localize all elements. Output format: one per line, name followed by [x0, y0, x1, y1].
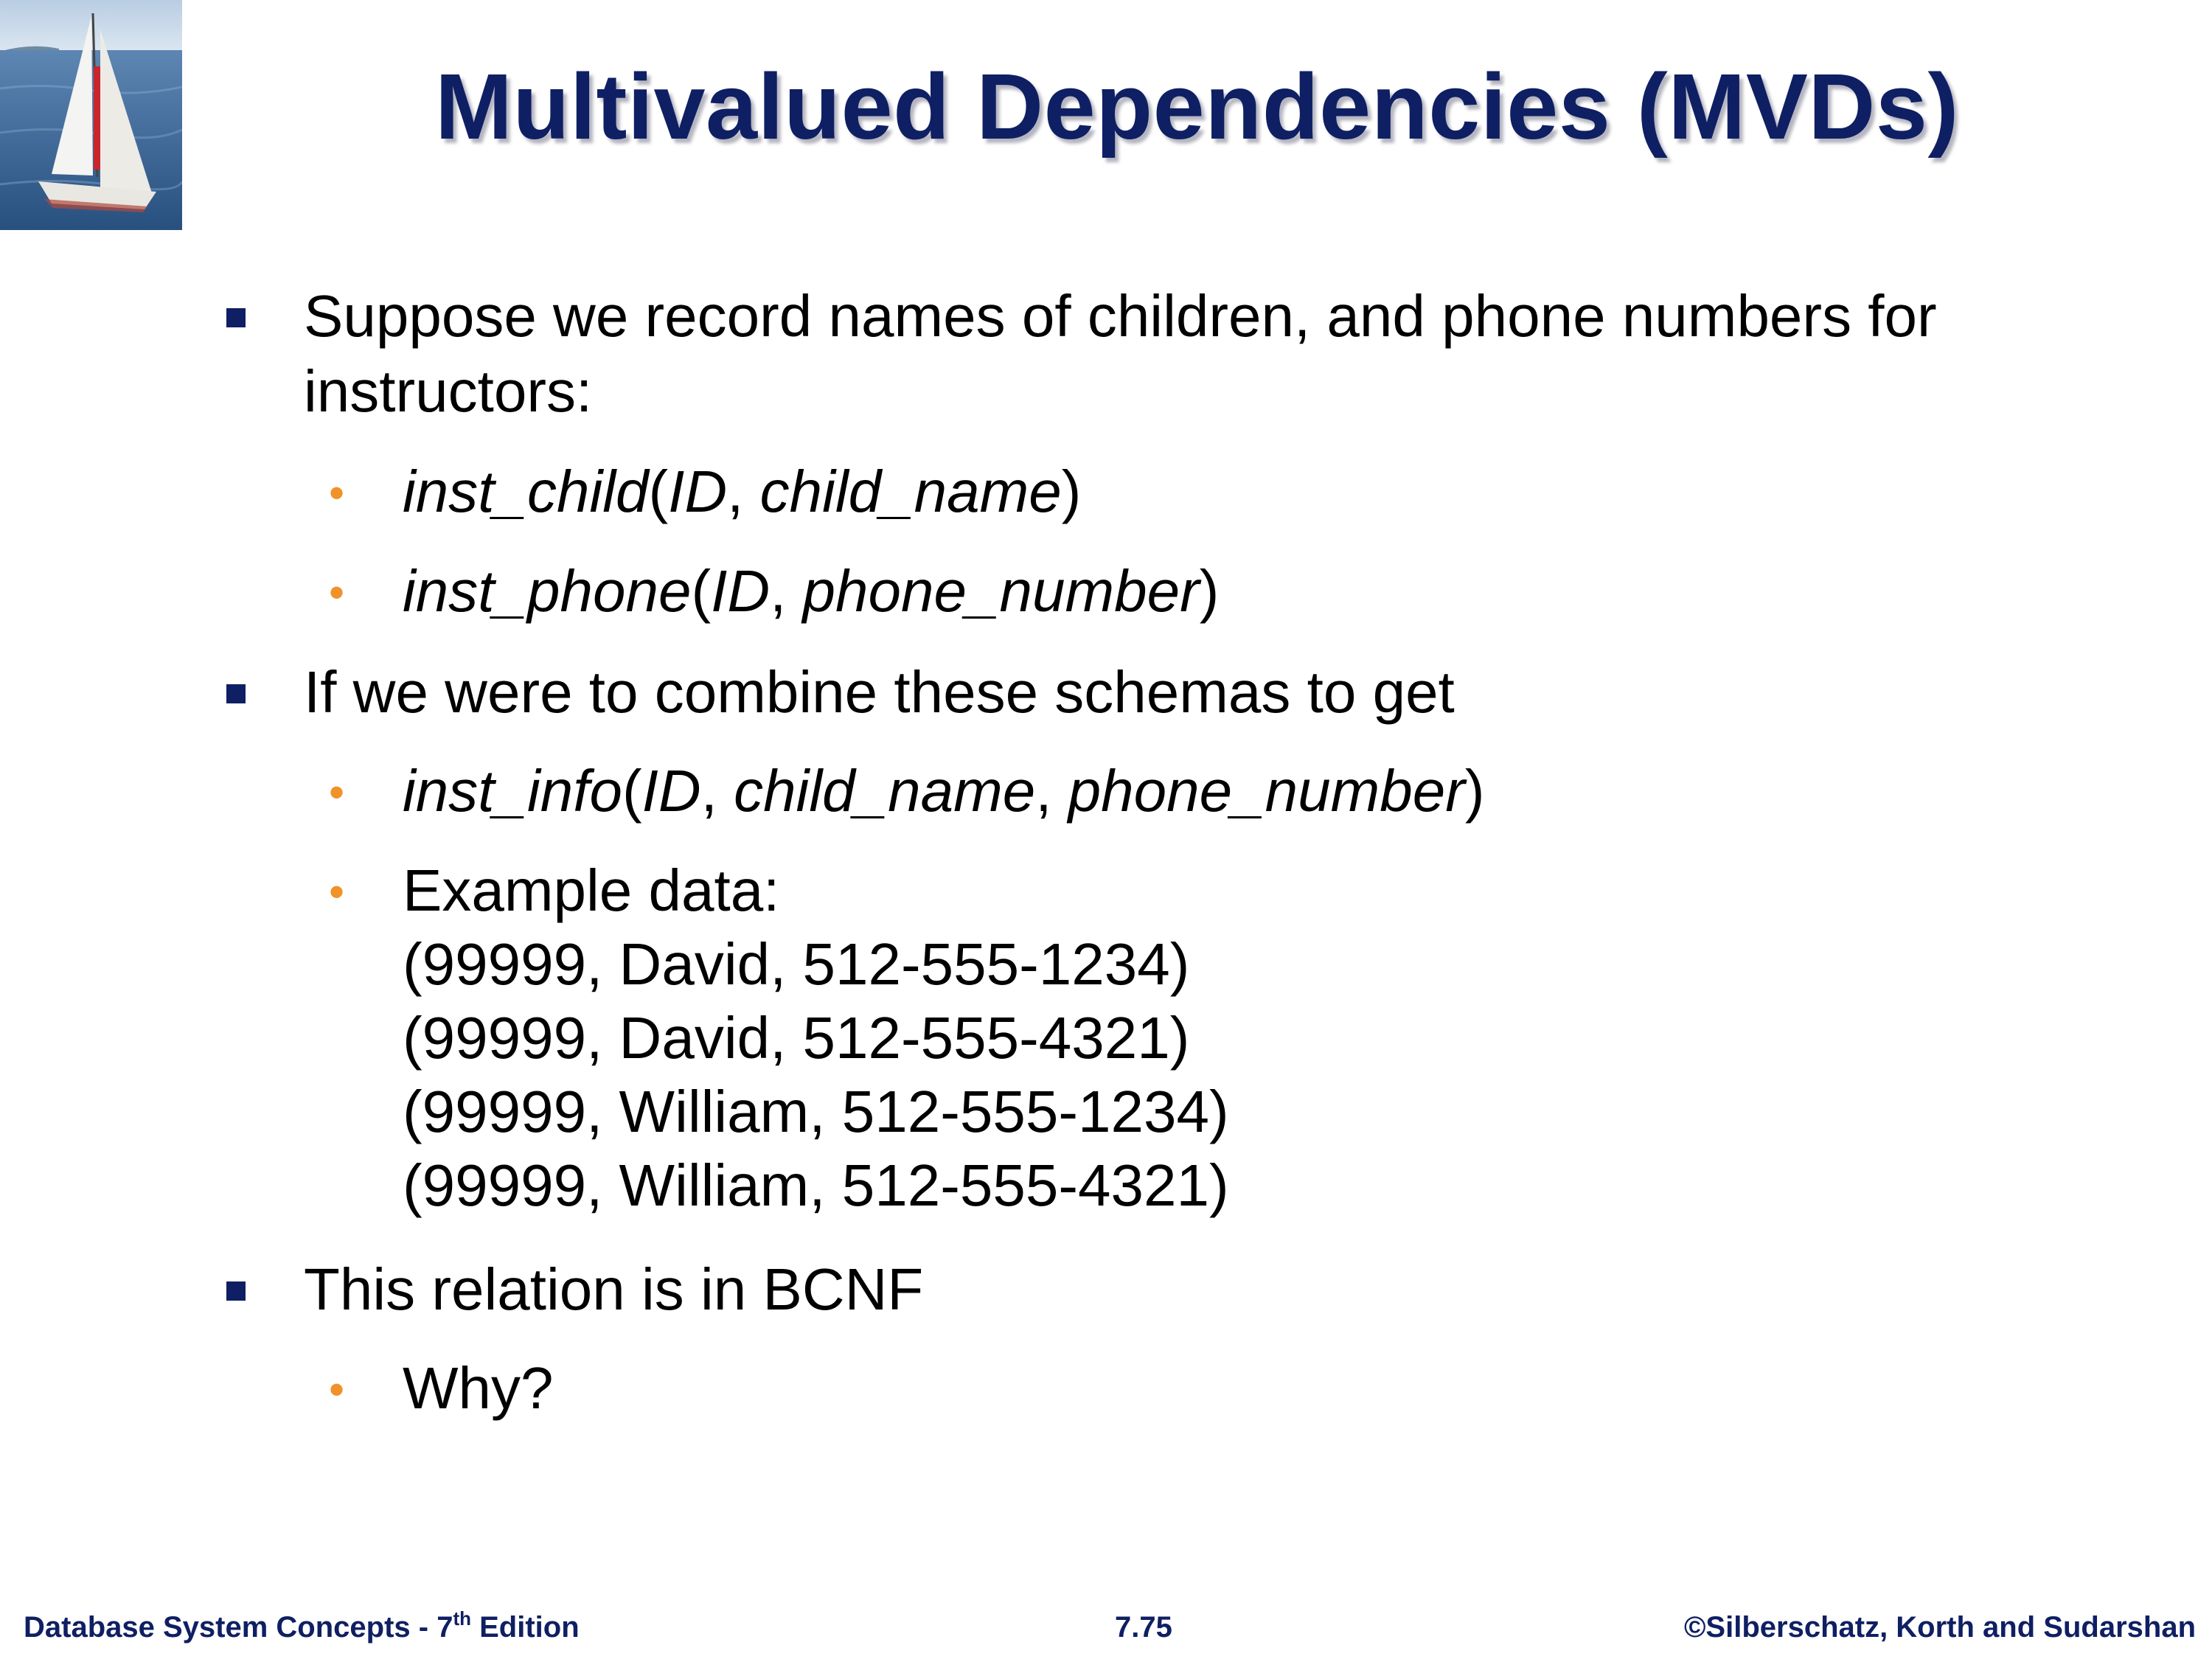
- attribute: ID: [711, 558, 771, 624]
- slide-footer: Database System Concepts - 7th Edition 7…: [0, 1609, 2212, 1655]
- bullet-suppose: Suppose we record names of children, and…: [226, 279, 2147, 429]
- footer-edition-text: Edition: [471, 1611, 580, 1644]
- bullet-text-line2: instructors:: [304, 358, 593, 424]
- square-bullet-icon: [226, 308, 246, 327]
- square-bullet-icon: [226, 684, 246, 703]
- sub-bullet-example-data: • Example data: (99999, David, 512-555-1…: [329, 854, 2135, 1222]
- open-paren: (: [648, 459, 669, 524]
- example-row: (99999, William, 512-555-1234): [403, 1079, 1229, 1144]
- bullet-text-line1: Suppose we record names of children, and…: [304, 283, 1937, 349]
- footer-book-title-text: Database System Concepts - 7: [24, 1611, 453, 1644]
- footer-book-title: Database System Concepts - 7th Edition: [24, 1609, 580, 1644]
- bullet-text: This relation is in BCNF: [304, 1256, 924, 1322]
- relation-name: inst_child: [403, 459, 649, 524]
- relation-name: inst_info: [403, 758, 622, 824]
- open-paren: (: [622, 758, 642, 824]
- separator: ,: [1035, 758, 1068, 824]
- footer-copyright: ©Silberschatz, Korth and Sudarshan: [1683, 1611, 2196, 1644]
- slide-body: Suppose we record names of children, and…: [0, 0, 2212, 1548]
- separator: ,: [727, 459, 760, 524]
- square-bullet-icon: [226, 1281, 246, 1301]
- attribute: ID: [668, 459, 728, 524]
- attribute: ID: [641, 758, 701, 824]
- sub-bullet-why: • Why?: [329, 1352, 2135, 1425]
- attribute: phone_number: [802, 558, 1200, 624]
- example-row: (99999, David, 512-555-4321): [403, 1005, 1190, 1071]
- round-bullet-icon: •: [329, 568, 345, 617]
- round-bullet-icon: •: [329, 468, 345, 518]
- sub-bullet-inst-child: • inst_child(ID, child_name): [329, 455, 2135, 529]
- attribute: child_name: [759, 459, 1062, 524]
- attribute: child_name: [734, 758, 1036, 824]
- example-label: Example data:: [403, 858, 780, 923]
- round-bullet-icon: •: [329, 768, 345, 817]
- close-paren: ): [1061, 459, 1082, 524]
- separator: ,: [700, 758, 734, 824]
- bullet-combine: If we were to combine these schemas to g…: [226, 655, 2147, 730]
- round-bullet-icon: •: [329, 867, 345, 917]
- bullet-text: If we were to combine these schemas to g…: [304, 659, 1455, 725]
- attribute: phone_number: [1068, 758, 1465, 824]
- sub-bullet-inst-phone: • inst_phone(ID, phone_number): [329, 554, 2135, 628]
- relation-name: inst_phone: [403, 558, 692, 624]
- example-row: (99999, William, 512-555-4321): [403, 1152, 1229, 1218]
- page-number: 7.75: [1115, 1611, 1172, 1644]
- round-bullet-icon: •: [329, 1365, 345, 1414]
- close-paren: ): [1464, 758, 1485, 824]
- footer-edition-sup: th: [453, 1607, 471, 1630]
- sub-bullet-inst-info: • inst_info(ID, child_name, phone_number…: [329, 754, 2135, 828]
- bullet-text: Why?: [403, 1355, 554, 1421]
- bullet-bcnf: This relation is in BCNF: [226, 1252, 2147, 1327]
- open-paren: (: [691, 558, 712, 624]
- close-paren: ): [1199, 558, 1220, 624]
- separator: ,: [770, 558, 803, 624]
- example-row: (99999, David, 512-555-1234): [403, 931, 1190, 997]
